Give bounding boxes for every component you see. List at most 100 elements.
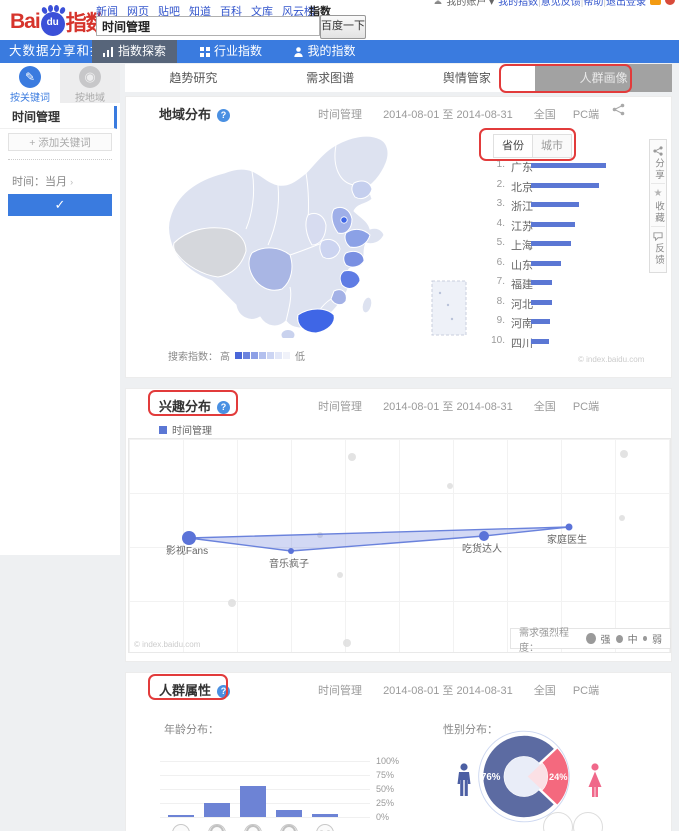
- account-link[interactable]: 退出登录: [606, 0, 646, 8]
- help-icon[interactable]: ?: [217, 401, 230, 414]
- star-icon: ★: [654, 189, 663, 199]
- ranking-row[interactable]: 9.河南: [489, 315, 669, 331]
- toggle-province[interactable]: 省份: [494, 135, 533, 157]
- navbar-tab-index-explore[interactable]: 指数探索: [92, 40, 177, 63]
- strong-dot-icon: [586, 633, 596, 644]
- help-icon[interactable]: ?: [217, 685, 230, 698]
- time-filter[interactable]: 时间：当月 ›: [12, 173, 73, 189]
- tab-sentiment-manager[interactable]: 舆情管家: [399, 64, 536, 92]
- ranking-bar: [531, 241, 571, 246]
- region-panel: 地域分布? 时间管理 2014-08-01 至 2014-08-31 全国 PC…: [125, 96, 672, 378]
- share-tool[interactable]: 分享: [651, 144, 665, 184]
- watermark: © index.baidu.com: [578, 355, 644, 364]
- map-legend: 搜索指数：高 低: [168, 348, 305, 363]
- confirm-button[interactable]: ✓: [8, 194, 112, 216]
- ranking-province-name: 北京: [511, 179, 533, 195]
- sidebar-tab-label: 按地域: [60, 89, 120, 104]
- interest-point-家庭医生: [566, 524, 573, 531]
- age-chart: 100%75%50%25%0%19岁及以下20~29岁30~39岁40~49岁5…: [156, 733, 406, 831]
- age-gridline: [160, 817, 370, 818]
- ranking-row[interactable]: 4.江苏: [489, 218, 669, 234]
- navbar-tab-industry-index[interactable]: 行业指数: [190, 40, 272, 63]
- ranking-row[interactable]: 2. 北京: [489, 179, 669, 195]
- search-button[interactable]: 百度一下: [320, 15, 366, 39]
- account-name[interactable]: 我的账户 ▾: [446, 0, 494, 8]
- grid-icon: [200, 47, 210, 57]
- ranking-bar: [531, 300, 552, 305]
- legend-gradient-square: [275, 352, 282, 359]
- add-keyword-button[interactable]: + 添加关键词: [8, 133, 112, 151]
- logo-text-bai: Bai: [10, 10, 40, 34]
- map-taiwan: [361, 296, 374, 314]
- account-link[interactable]: 我的指数: [498, 0, 538, 8]
- ranking-row[interactable]: 3.浙江: [489, 198, 669, 214]
- ranking-province-name: 广东: [511, 159, 533, 175]
- comment-icon: [653, 232, 663, 241]
- ranking-row[interactable]: 10.四川: [489, 335, 669, 351]
- share-tool-label: 分享: [651, 158, 665, 181]
- ranking-row[interactable]: 1.广东: [489, 159, 669, 175]
- legend-gradient-square: [243, 352, 250, 359]
- legend-gradient-square: [259, 352, 266, 359]
- favorite-tool-label: 收藏: [651, 201, 665, 224]
- ranking-bar: [531, 183, 599, 188]
- ranking-row[interactable]: 7.福建: [489, 276, 669, 292]
- decorative-circle: [573, 812, 603, 831]
- feedback-tool-label: 反馈: [651, 243, 665, 266]
- china-map[interactable]: [140, 123, 470, 338]
- legend-gradient-square: [283, 352, 290, 359]
- interest-chart[interactable]: 影视Fans音乐疯子吃货达人家庭医生: [128, 438, 671, 653]
- profile-panel: 人群属性? 时间管理 2014-08-01 至 2014-08-31 全国 PC…: [125, 672, 672, 831]
- strength-legend: 需求强烈程度： 强 中 弱: [510, 628, 671, 649]
- baidu-index-logo[interactable]: Bai du 指数: [10, 6, 106, 38]
- background-dot: [447, 483, 453, 489]
- interest-polygon: [189, 527, 569, 551]
- navbar-tab-label: 指数探索: [118, 40, 166, 63]
- age-face-icon: [315, 823, 335, 831]
- account-link[interactable]: 意见反馈: [541, 0, 581, 8]
- toggle-city[interactable]: 城市: [533, 135, 571, 157]
- interest-panel-title: 兴趣分布?: [159, 396, 230, 415]
- interest-point-音乐疯子: [288, 548, 294, 554]
- age-face-icon: [207, 823, 227, 831]
- feedback-tool[interactable]: 反馈: [651, 230, 665, 268]
- ranking-row[interactable]: 5.上海: [489, 237, 669, 253]
- ranking-province-name: 江苏: [511, 218, 533, 234]
- age-bar: [168, 815, 194, 817]
- ranking-bar: [531, 261, 561, 266]
- keyword-item[interactable]: 时间管理: [0, 106, 117, 129]
- ranking-bar: [531, 222, 575, 227]
- map-province-guangdong: [298, 309, 335, 333]
- share-icon[interactable]: [612, 103, 625, 121]
- help-badge-icon[interactable]: [665, 0, 675, 5]
- search-input[interactable]: [96, 16, 320, 36]
- background-dot: [337, 572, 343, 578]
- legend-gradient-square: [235, 352, 242, 359]
- age-ytick-label: 50%: [376, 784, 394, 794]
- vip-badge-icon[interactable]: [650, 0, 661, 5]
- account-link[interactable]: 帮助: [583, 0, 603, 8]
- interest-point-影视Fans: [182, 531, 196, 545]
- navbar-tab-my-index[interactable]: 我的指数: [284, 40, 366, 63]
- interest-panel-meta: 时间管理 2014-08-01 至 2014-08-31 全国 PC端: [318, 398, 599, 414]
- ranking-rank: 2.: [489, 179, 505, 190]
- favorite-tool[interactable]: ★ 收藏: [651, 187, 665, 227]
- sidebar-tab-by-keyword[interactable]: ✎ 按关键词: [0, 63, 60, 103]
- tab-audience-profile[interactable]: 人群画像: [535, 64, 672, 92]
- ranking-province-name: 四川: [511, 335, 533, 351]
- ranking-row[interactable]: 8.河北: [489, 296, 669, 312]
- background-dot: [228, 599, 236, 607]
- logo-text-du: du: [41, 17, 65, 28]
- help-icon[interactable]: ?: [217, 109, 230, 122]
- tab-demand-map[interactable]: 需求图谱: [262, 64, 399, 92]
- tab-trend-research[interactable]: 趋势研究: [125, 64, 262, 92]
- ranking-row[interactable]: 6.山东: [489, 257, 669, 273]
- series-legend: 时间管理: [159, 422, 212, 437]
- sidebar-tab-by-region[interactable]: ◉ 按地域: [60, 63, 120, 103]
- region-ranking-list: 1.广东 2. 北京 3.浙江 4.江苏 5.上海 6.山东 7.福建 8.河北 9.河南 10.四…: [489, 159, 669, 359]
- background-dot: [619, 515, 625, 521]
- map-province-zhejiang: [340, 270, 360, 288]
- interest-panel: 兴趣分布? 时间管理 2014-08-01 至 2014-08-31 全国 PC…: [125, 388, 672, 662]
- map-province-tibet: [174, 228, 246, 277]
- legend-gradient-square: [267, 352, 274, 359]
